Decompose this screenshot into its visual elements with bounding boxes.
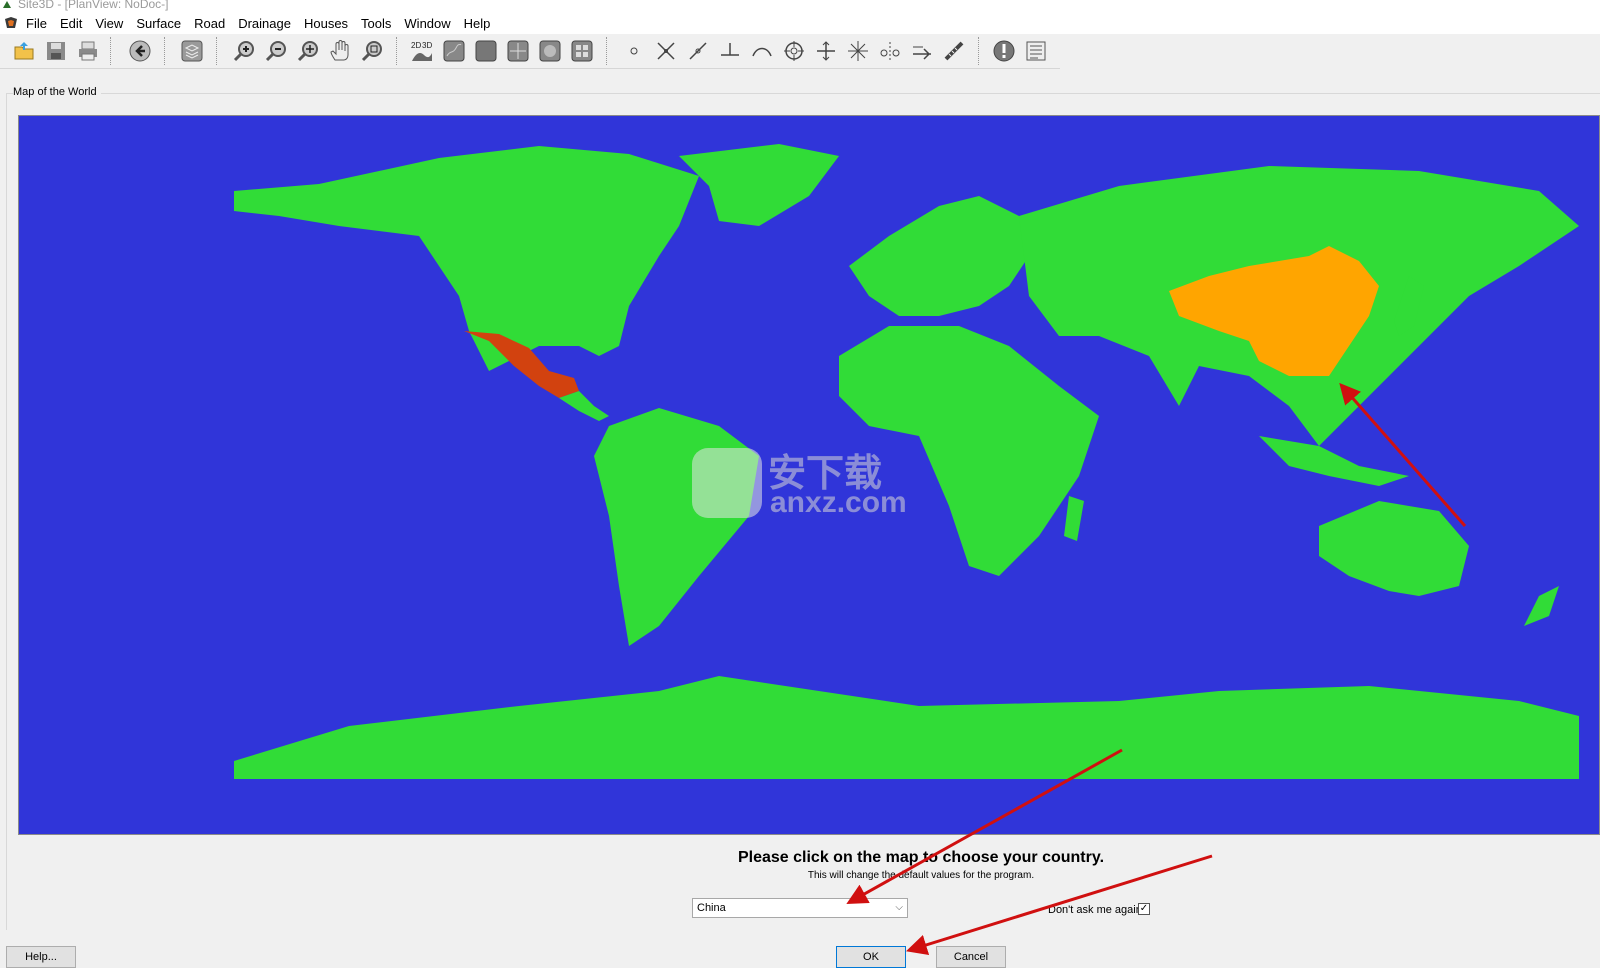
- document-icon[interactable]: [4, 16, 18, 30]
- dont-ask-checkbox[interactable]: ✓: [1138, 903, 1150, 915]
- menu-window[interactable]: Window: [404, 16, 457, 31]
- point-icon[interactable]: [620, 38, 648, 64]
- antarctica-land[interactable]: [234, 676, 1579, 779]
- madagascar-land[interactable]: [1064, 496, 1084, 541]
- country-select[interactable]: China ⌵: [692, 898, 908, 918]
- watermark-subtext: anxz.com: [770, 486, 907, 519]
- measure-icon[interactable]: [940, 38, 968, 64]
- cross-icon[interactable]: [652, 38, 680, 64]
- chevron-down-icon[interactable]: ⌵: [895, 899, 903, 917]
- surface-shade-icon[interactable]: [440, 38, 468, 64]
- grid-view-icon[interactable]: [568, 38, 596, 64]
- menu-file[interactable]: File: [26, 16, 54, 31]
- toolbar-separator: [606, 37, 609, 65]
- 2d-3d-icon[interactable]: 2D 3D: [408, 38, 436, 64]
- europe-land[interactable]: [849, 196, 1029, 316]
- central-america-land[interactable]: [559, 391, 609, 421]
- globe-icon[interactable]: [536, 38, 564, 64]
- cancel-button[interactable]: Cancel: [936, 946, 1006, 968]
- country-subprompt: This will change the default values for …: [807, 870, 1035, 881]
- toolbar-separator: [396, 37, 399, 65]
- north-america-land[interactable]: [234, 146, 699, 371]
- title-bar: Site3D - [PlanView: NoDoc-]: [0, 0, 1600, 12]
- report-icon[interactable]: [1022, 38, 1050, 64]
- sections-icon[interactable]: [504, 38, 532, 64]
- ok-button[interactable]: OK: [836, 946, 906, 968]
- arc-icon[interactable]: [748, 38, 776, 64]
- watermark: 安下载 anxz.com: [692, 440, 912, 520]
- target-icon[interactable]: [780, 38, 808, 64]
- toolbar-separator: [216, 37, 219, 65]
- zoom-in-icon[interactable]: [230, 38, 258, 64]
- australia-land[interactable]: [1319, 501, 1469, 596]
- help-button[interactable]: Help...: [6, 946, 76, 968]
- window-title: Site3D - [PlanView: NoDoc-]: [18, 0, 169, 11]
- open-icon[interactable]: [10, 38, 38, 64]
- move-icon[interactable]: [812, 38, 840, 64]
- greenland-land[interactable]: [679, 144, 839, 226]
- snap-icon[interactable]: [844, 38, 872, 64]
- app-icon: [3, 1, 11, 8]
- surface-flat-icon[interactable]: [472, 38, 500, 64]
- dont-ask-label: Don't ask me again: [1048, 904, 1142, 916]
- menu-view[interactable]: View: [95, 16, 130, 31]
- info-icon[interactable]: [990, 38, 1018, 64]
- line-icon[interactable]: [684, 38, 712, 64]
- print-icon[interactable]: [74, 38, 102, 64]
- toolbar-separator: [110, 37, 113, 65]
- country-prompt: Please click on the map to choose your c…: [737, 849, 1105, 866]
- southeast-asia-islands[interactable]: [1259, 436, 1409, 486]
- menu-edit[interactable]: Edit: [60, 16, 89, 31]
- save-icon[interactable]: [42, 38, 70, 64]
- menu-help[interactable]: Help: [464, 16, 498, 31]
- svg-text:3D: 3D: [422, 41, 432, 50]
- dimension-icon[interactable]: [876, 38, 904, 64]
- menu-houses[interactable]: Houses: [304, 16, 355, 31]
- menu-bar: File Edit View Surface Road Drainage Hou…: [0, 12, 1600, 34]
- watermark-logo: [692, 448, 762, 518]
- zoom-extents-icon[interactable]: [358, 38, 386, 64]
- layers-icon[interactable]: [178, 38, 206, 64]
- svg-text:2D: 2D: [411, 41, 421, 50]
- new-zealand-land[interactable]: [1524, 586, 1559, 626]
- toolbar-separator: [164, 37, 167, 65]
- menu-tools[interactable]: Tools: [361, 16, 398, 31]
- zoom-window-icon[interactable]: [294, 38, 322, 64]
- menu-surface[interactable]: Surface: [136, 16, 188, 31]
- perpendicular-icon[interactable]: [716, 38, 744, 64]
- country-select-value: China: [697, 902, 726, 914]
- menu-road[interactable]: Road: [194, 16, 232, 31]
- toolbar-separator: [978, 37, 981, 65]
- menu-drainage[interactable]: Drainage: [238, 16, 298, 31]
- back-icon[interactable]: [126, 38, 154, 64]
- map-panel-label: Map of the World: [13, 86, 101, 98]
- toolbar: 2D 3D: [0, 34, 1060, 69]
- pan-hand-icon[interactable]: [326, 38, 354, 64]
- zoom-out-icon[interactable]: [262, 38, 290, 64]
- offset-icon[interactable]: [908, 38, 936, 64]
